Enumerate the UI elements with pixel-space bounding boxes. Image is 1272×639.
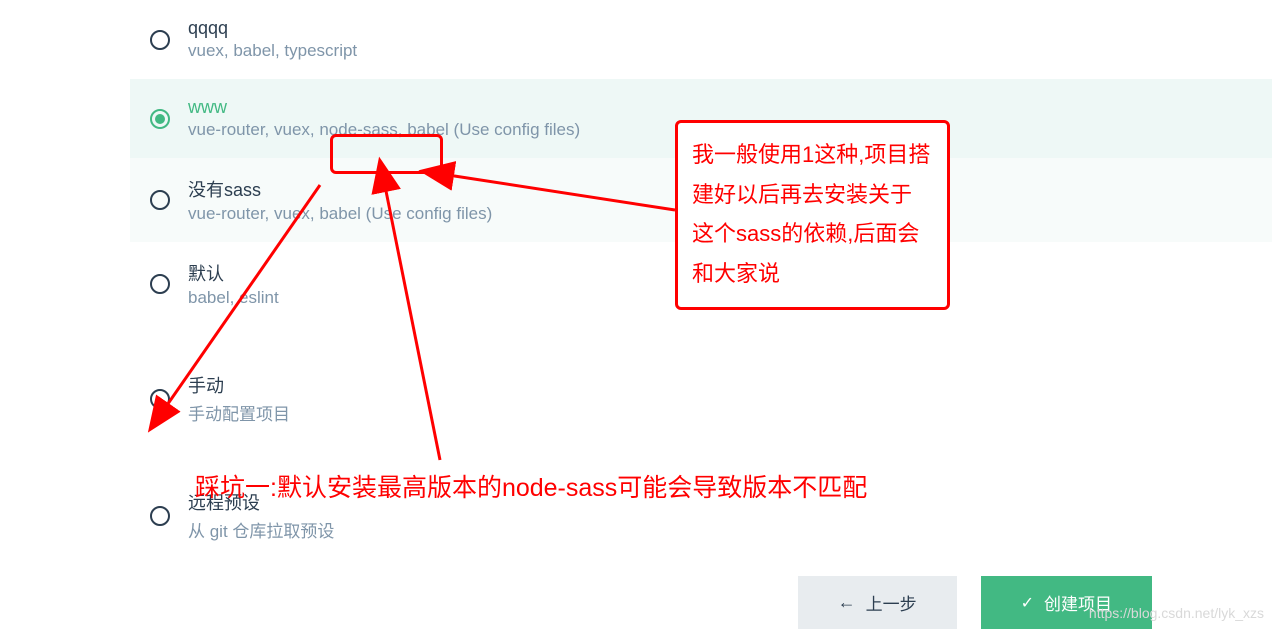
option-desc: babel, eslint <box>188 288 279 308</box>
option-content: qqqq vuex, babel, typescript <box>188 18 357 61</box>
radio-icon[interactable] <box>150 109 170 129</box>
option-desc: 从 git 仓库拉取预设 <box>188 517 334 542</box>
option-row-manual[interactable]: 手动 手动配置项目 <box>130 354 1272 443</box>
option-title: 手动 <box>188 372 290 398</box>
create-button[interactable]: ✓ 创建项目 <box>981 576 1152 629</box>
annotation-comment-text: 我一般使用1这种,项目搭建好以后再去安装关于这个sass的依赖,后面会和大家说 <box>692 142 930 286</box>
radio-icon[interactable] <box>150 30 170 50</box>
radio-icon[interactable] <box>150 274 170 294</box>
radio-icon[interactable] <box>150 190 170 210</box>
option-title: www <box>188 97 580 118</box>
annotation-highlight-node-sass <box>330 134 443 174</box>
footer-buttons: ← 上一步 ✓ 创建项目 <box>798 576 1152 629</box>
annotation-bottom-text: 踩坑一:默认安装最高版本的node-sass可能会导致版本不匹配 <box>195 468 867 504</box>
option-content: 没有sass vue-router, vuex, babel (Use conf… <box>188 176 492 224</box>
option-desc: vue-router, vuex, babel (Use config file… <box>188 204 492 224</box>
prev-button[interactable]: ← 上一步 <box>798 576 957 629</box>
option-title: 默认 <box>188 260 279 286</box>
arrow-left-icon: ← <box>838 592 856 613</box>
option-desc: vuex, babel, typescript <box>188 41 357 61</box>
radio-icon[interactable] <box>150 506 170 526</box>
watermark-text: https://blog.csdn.net/lyk_xzs <box>1089 605 1264 621</box>
option-content: 默认 babel, eslint <box>188 260 279 308</box>
option-title: 没有sass <box>188 176 492 202</box>
prev-button-label: 上一步 <box>866 590 917 615</box>
option-row-qqqq[interactable]: qqqq vuex, babel, typescript <box>130 0 1272 79</box>
annotation-comment-box: 我一般使用1这种,项目搭建好以后再去安装关于这个sass的依赖,后面会和大家说 <box>675 120 950 310</box>
check-icon: ✓ <box>1021 593 1034 613</box>
option-title: qqqq <box>188 18 357 39</box>
option-content: 手动 手动配置项目 <box>188 372 290 425</box>
radio-icon[interactable] <box>150 389 170 409</box>
option-desc: 手动配置项目 <box>188 400 290 425</box>
